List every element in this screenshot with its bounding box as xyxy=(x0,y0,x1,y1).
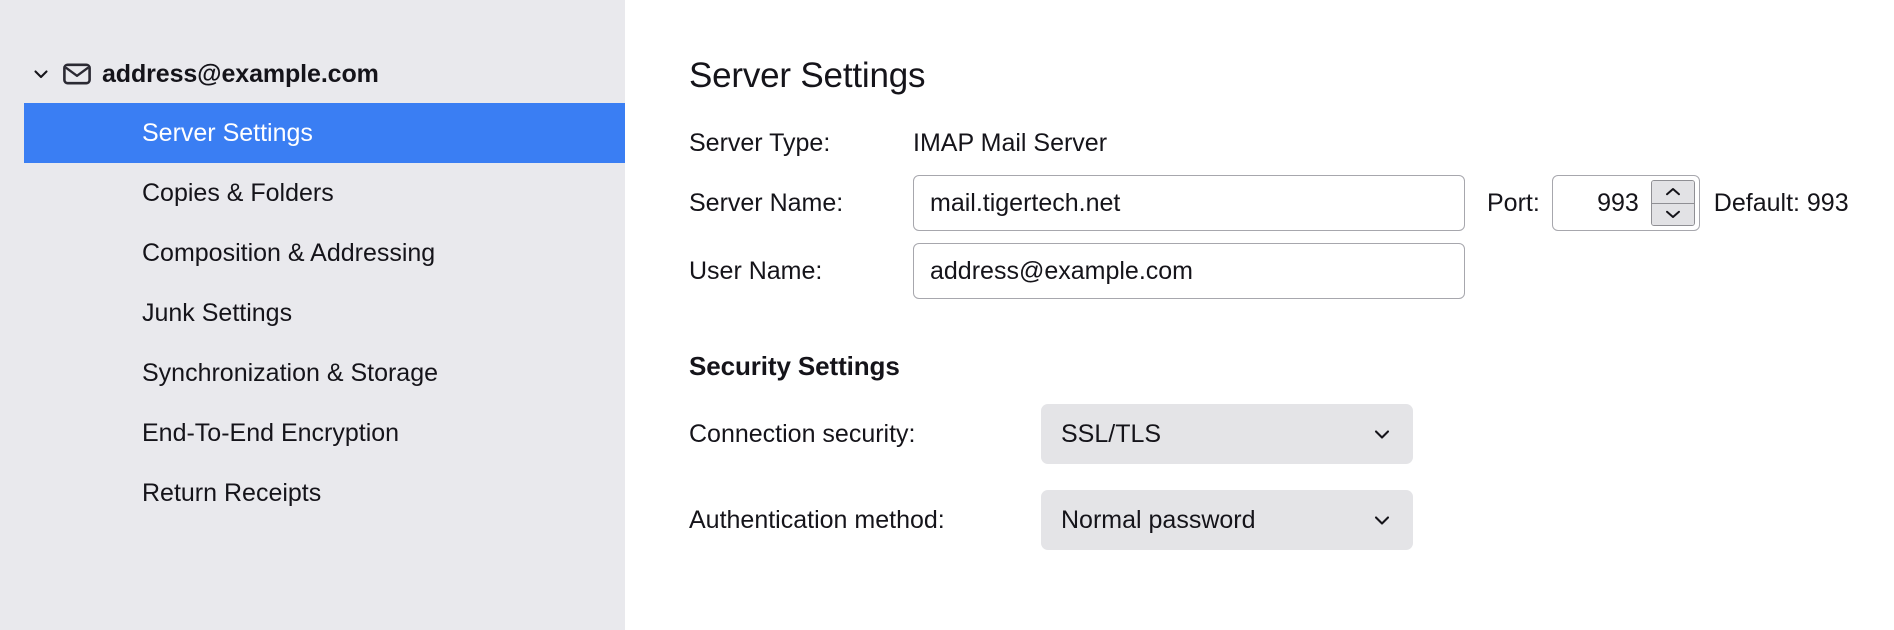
page-title: Server Settings xyxy=(689,56,1894,96)
authentication-method-row: Authentication method: Normal password xyxy=(689,490,1894,550)
sidebar-item-server-settings[interactable]: Server Settings xyxy=(24,103,625,163)
user-name-row: User Name: xyxy=(689,243,1894,299)
account-name-label: address@example.com xyxy=(102,60,379,89)
chevron-down-icon xyxy=(1369,421,1395,447)
sidebar-item-composition-addressing[interactable]: Composition & Addressing xyxy=(24,223,625,283)
account-tree-header[interactable]: address@example.com xyxy=(0,52,625,96)
settings-nav-list: Server Settings Copies & Folders Composi… xyxy=(0,103,625,523)
connection-security-value: SSL/TLS xyxy=(1061,420,1369,449)
server-type-label: Server Type: xyxy=(689,129,913,158)
server-settings-form: Server Type: IMAP Mail Server Server Nam… xyxy=(689,122,1894,299)
chevron-down-icon[interactable] xyxy=(1652,204,1694,226)
sidebar-item-copies-folders[interactable]: Copies & Folders xyxy=(24,163,625,223)
envelope-icon xyxy=(62,61,92,87)
port-input[interactable] xyxy=(1553,176,1651,230)
port-default-note: Default: 993 xyxy=(1714,189,1849,218)
sidebar-item-return-receipts[interactable]: Return Receipts xyxy=(24,463,625,523)
port-stepper[interactable] xyxy=(1552,175,1700,231)
sidebar-item-end-to-end-encryption[interactable]: End-To-End Encryption xyxy=(24,403,625,463)
user-name-label: User Name: xyxy=(689,257,913,286)
connection-security-label: Connection security: xyxy=(689,420,1041,449)
authentication-method-dropdown[interactable]: Normal password xyxy=(1041,490,1413,550)
authentication-method-label: Authentication method: xyxy=(689,506,1041,535)
server-name-row: Server Name: Port: xyxy=(689,175,1894,231)
sidebar-item-synchronization-storage[interactable]: Synchronization & Storage xyxy=(24,343,625,403)
server-name-input[interactable] xyxy=(913,175,1465,231)
server-name-label: Server Name: xyxy=(689,189,913,218)
account-settings-window: address@example.com Server Settings Copi… xyxy=(0,0,1894,630)
server-type-row: Server Type: IMAP Mail Server xyxy=(689,122,1894,164)
settings-content-pane: Server Settings Server Type: IMAP Mail S… xyxy=(625,0,1894,630)
chevron-down-icon xyxy=(1369,507,1395,533)
chevron-up-icon[interactable] xyxy=(1652,181,1694,204)
chevron-down-icon[interactable] xyxy=(30,63,52,85)
user-name-input[interactable] xyxy=(913,243,1465,299)
connection-security-dropdown[interactable]: SSL/TLS xyxy=(1041,404,1413,464)
port-stepper-buttons[interactable] xyxy=(1651,180,1695,226)
authentication-method-value: Normal password xyxy=(1061,506,1369,535)
sidebar-item-junk-settings[interactable]: Junk Settings xyxy=(24,283,625,343)
accounts-sidebar: address@example.com Server Settings Copi… xyxy=(0,0,625,630)
server-type-value: IMAP Mail Server xyxy=(913,129,1107,158)
connection-security-row: Connection security: SSL/TLS xyxy=(689,404,1894,464)
security-settings-heading: Security Settings xyxy=(689,351,1894,382)
port-label: Port: xyxy=(1487,189,1540,218)
